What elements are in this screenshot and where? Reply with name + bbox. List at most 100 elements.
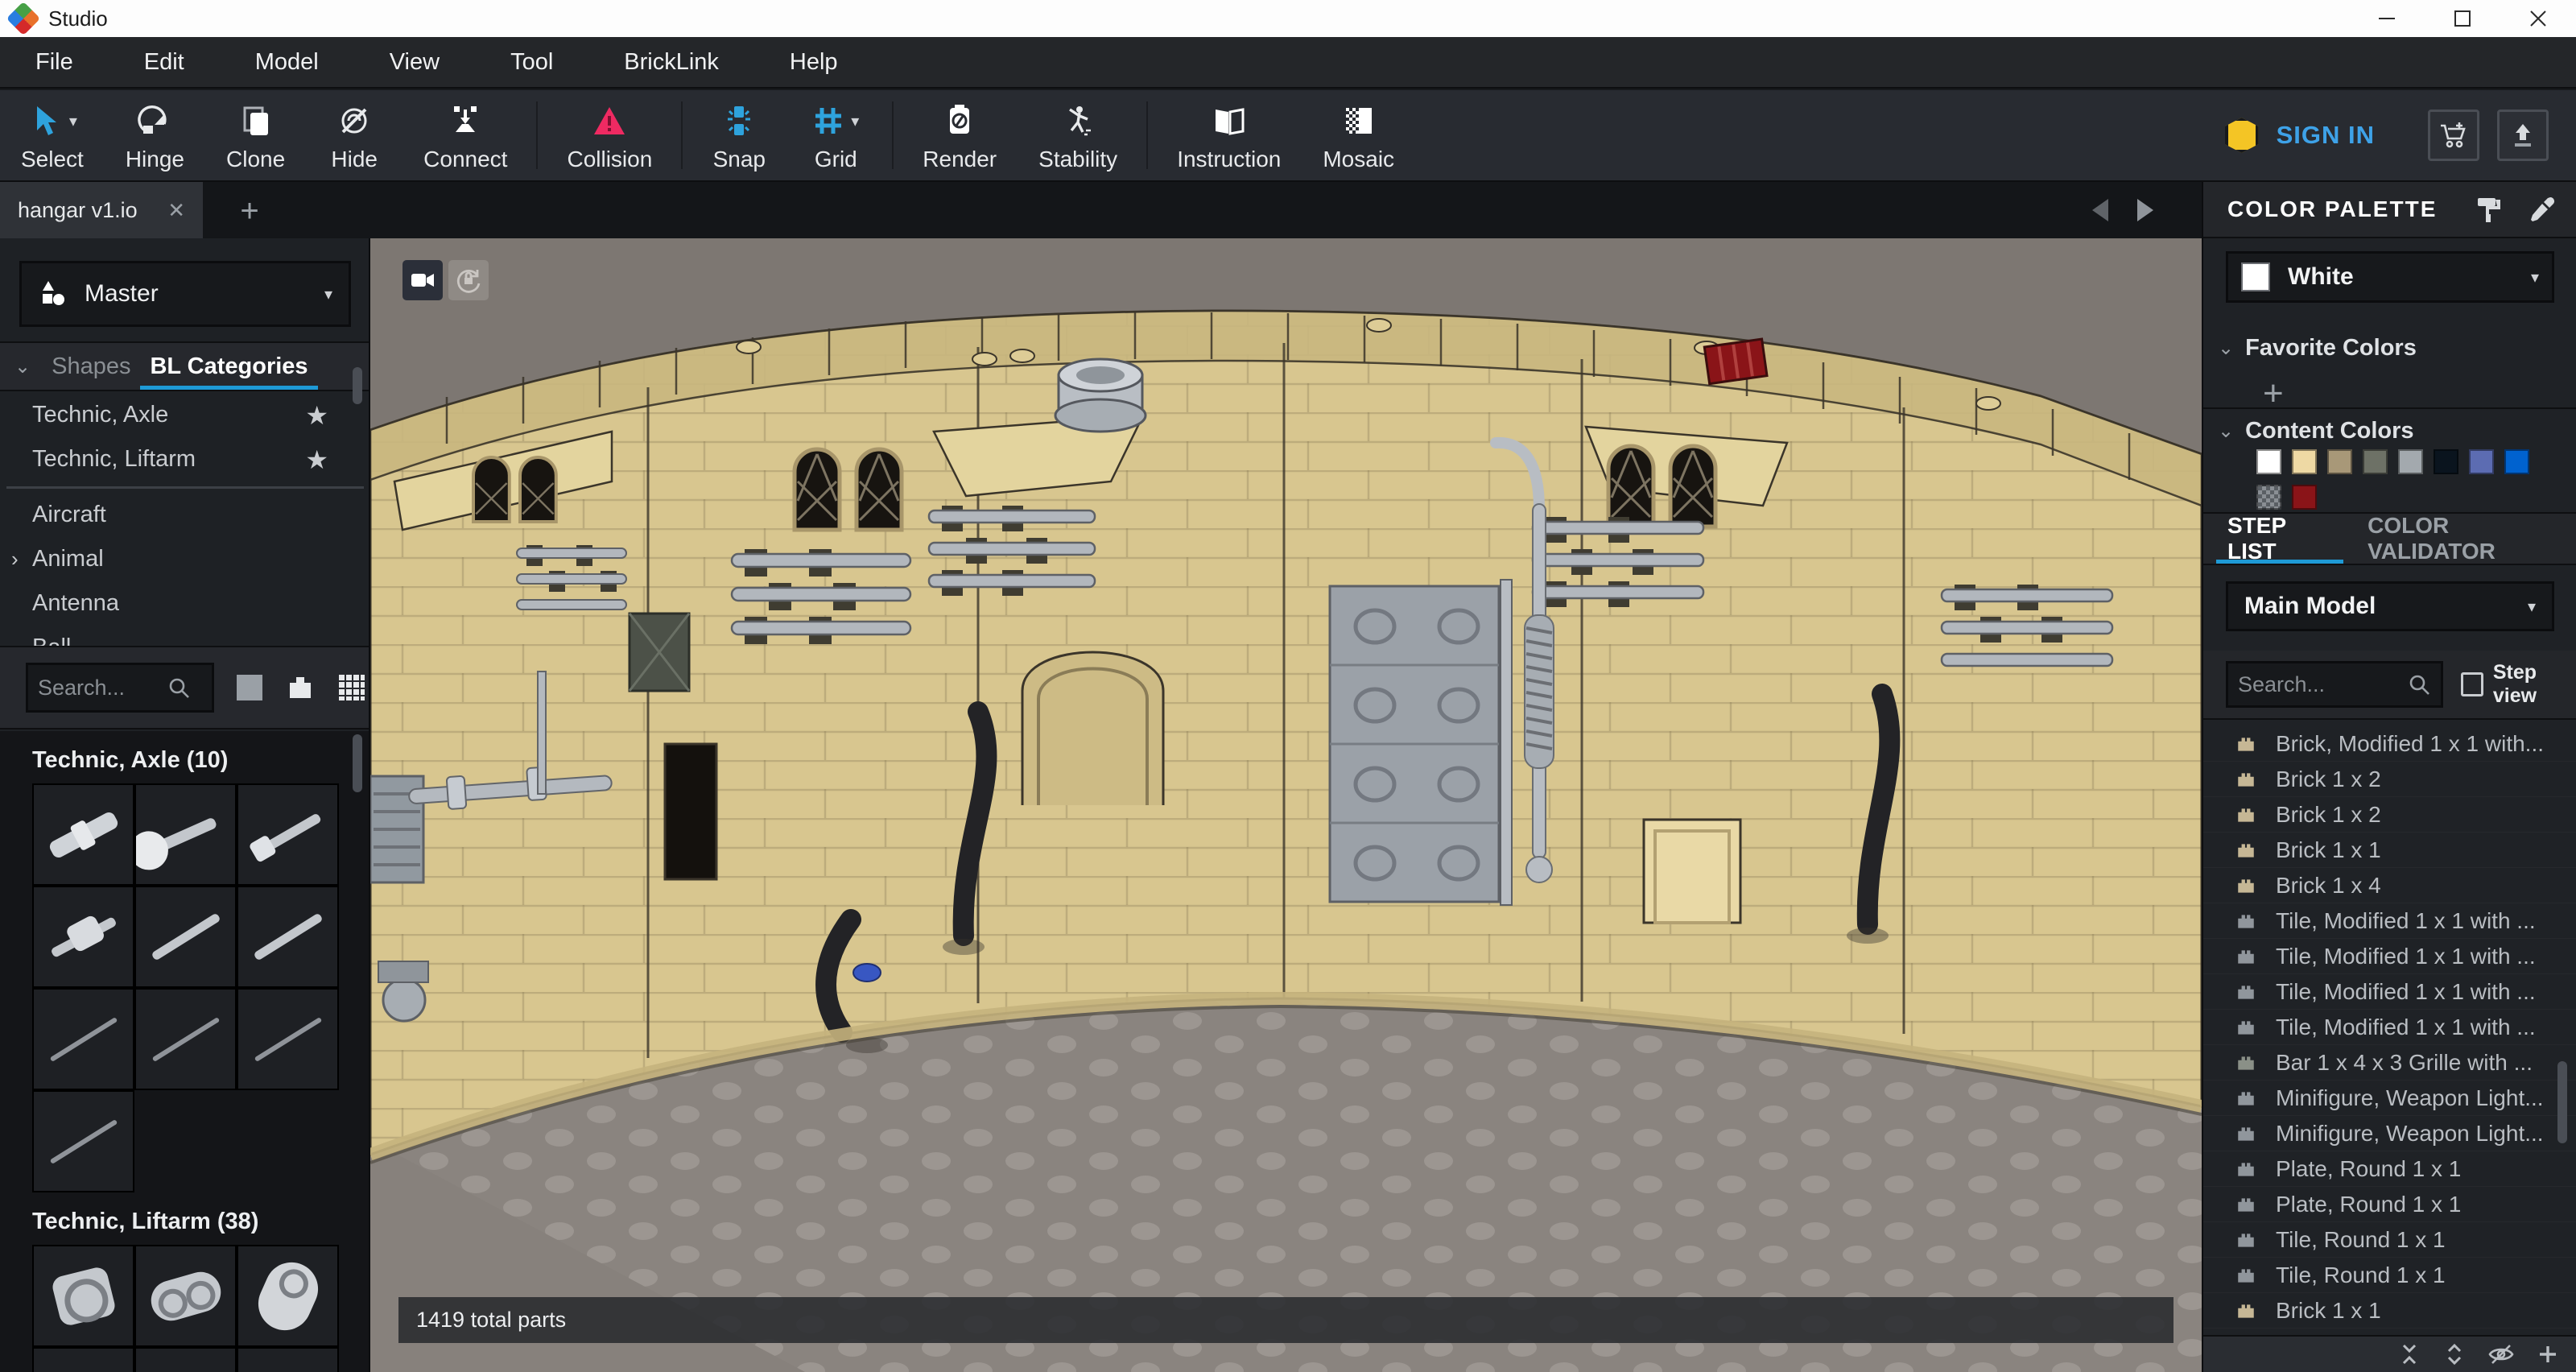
step-search-input[interactable] (2238, 672, 2407, 697)
color-swatch[interactable] (2292, 449, 2317, 474)
model-dropdown[interactable]: Main Model ▾ (2226, 581, 2554, 631)
grid-view-button[interactable] (336, 672, 367, 703)
parts-search-input[interactable] (38, 676, 167, 700)
hidden-parts-eye-icon[interactable] (2487, 1342, 2515, 1366)
favorite-colors-section[interactable]: ⌄ Favorite Colors (2203, 325, 2576, 370)
connect-tool-button[interactable]: Connect (402, 90, 528, 180)
upload-button[interactable] (2497, 110, 2549, 161)
category-row[interactable]: › ★ (0, 481, 370, 493)
category-row[interactable]: › Animal ★ (0, 537, 370, 581)
color-swatch[interactable] (2256, 449, 2281, 474)
parts-scrollbar[interactable] (353, 734, 362, 792)
hide-tool-button[interactable]: Hide (306, 90, 402, 180)
category-row[interactable]: › Aircraft ★ (0, 493, 370, 537)
viewport-3d[interactable]: 1419 total parts (370, 238, 2202, 1372)
part-thumbnail[interactable] (237, 1347, 339, 1372)
step-part-row[interactable]: Brick 1 x 4 (2203, 868, 2576, 903)
step-view-checkbox[interactable] (2461, 672, 2483, 696)
color-swatch[interactable] (2292, 485, 2317, 510)
new-tab-button[interactable]: + (232, 193, 267, 229)
color-swatch[interactable] (2434, 449, 2458, 474)
step-part-row[interactable]: Brick 1 x 1 (2203, 833, 2576, 868)
color-swatch[interactable] (2469, 449, 2494, 474)
part-thumbnail[interactable] (134, 886, 237, 988)
step-part-row[interactable]: Brick 1 x 2 (2203, 762, 2576, 797)
tab-color-validator[interactable]: COLOR VALIDATOR (2356, 514, 2576, 564)
menu-item[interactable]: View (354, 37, 475, 87)
mosaic-tool-button[interactable]: Mosaic (1302, 90, 1415, 180)
part-thumbnail[interactable] (134, 783, 237, 886)
close-button[interactable] (2500, 0, 2576, 37)
step-part-row[interactable]: Brick 1 x 2 (2203, 797, 2576, 833)
step-part-row[interactable]: Plate, Round 1 x 1 (2203, 1187, 2576, 1222)
part-thumbnail[interactable] (134, 988, 237, 1090)
part-thumbnail[interactable] (32, 783, 134, 886)
collapse-all-icon[interactable] (2397, 1342, 2421, 1366)
color-swatch[interactable] (2256, 485, 2281, 510)
tab-scroll-left-icon[interactable] (2092, 199, 2108, 221)
maximize-button[interactable] (2425, 0, 2500, 37)
snap-tool-button[interactable]: Snap (691, 90, 787, 180)
expand-all-icon[interactable] (2442, 1342, 2467, 1366)
step-search-box[interactable] (2226, 661, 2443, 708)
category-row[interactable]: › Technic, Liftarm ★ (0, 437, 370, 481)
color-swatch[interactable] (2327, 449, 2352, 474)
menu-item[interactable]: Help (754, 37, 873, 87)
part-thumbnail[interactable] (134, 1347, 237, 1372)
part-thumbnail[interactable] (237, 886, 339, 988)
menu-item[interactable]: BrickLink (588, 37, 754, 87)
content-colors-section[interactable]: ⌄ Content Colors (2203, 407, 2576, 453)
tab-bl-categories[interactable]: BL Categories (140, 343, 317, 390)
current-color-dropdown[interactable]: White ▾ (2226, 251, 2554, 303)
step-part-row[interactable]: Tile, Round 1 x 1 (2203, 1258, 2576, 1293)
select-tool-button[interactable]: ▾ Select (0, 90, 105, 180)
add-step-icon[interactable] (2536, 1342, 2560, 1366)
step-part-row[interactable]: Minifigure, Weapon Light... (2203, 1081, 2576, 1116)
chevron-down-icon[interactable]: ⌄ (14, 355, 31, 378)
part-thumbnail[interactable] (237, 1245, 339, 1347)
tab-close-icon[interactable]: ✕ (167, 198, 185, 223)
menu-item[interactable]: Edit (109, 37, 220, 87)
hinge-tool-button[interactable]: Hinge (105, 90, 205, 180)
color-swatch-mode-button[interactable] (235, 673, 264, 702)
clone-tool-button[interactable]: Clone (205, 90, 306, 180)
category-row[interactable]: › Technic, Axle ★ (0, 393, 370, 437)
tab-scroll-right-icon[interactable] (2137, 199, 2153, 221)
step-list-scrollbar[interactable] (2557, 1061, 2567, 1143)
part-thumbnail[interactable] (32, 1347, 134, 1372)
part-thumbnail[interactable] (32, 1090, 134, 1192)
step-part-row[interactable]: Brick, Modified 1 x 1 with... (2203, 726, 2576, 762)
menu-item[interactable]: Model (220, 37, 354, 87)
stability-tool-button[interactable]: Stability (1018, 90, 1138, 180)
step-part-row[interactable]: Tile, Modified 1 x 1 with ... (2203, 939, 2576, 974)
part-thumbnail[interactable] (237, 783, 339, 886)
part-thumbnail[interactable] (32, 1245, 134, 1347)
rotation-lock-button[interactable] (448, 260, 489, 300)
color-swatch[interactable] (2363, 449, 2388, 474)
grid-tool-button[interactable]: ▾ Grid (787, 90, 884, 180)
part-thumbnail[interactable] (134, 1245, 237, 1347)
camera-view-button[interactable] (402, 260, 443, 300)
step-part-row[interactable]: Tile, Modified 1 x 1 with ... (2203, 1010, 2576, 1045)
category-row[interactable]: › Antenna ★ (0, 581, 370, 626)
parts-search-box[interactable] (26, 663, 214, 713)
step-part-row[interactable]: Tile, Modified 1 x 1 with ... (2203, 974, 2576, 1010)
expand-chevron-icon[interactable]: › (11, 547, 32, 572)
step-part-row[interactable]: Brick 1 x 1 (2203, 1293, 2576, 1329)
part-thumbnail[interactable] (237, 988, 339, 1090)
tab-shapes[interactable]: Shapes (42, 343, 140, 390)
step-view-toggle[interactable]: Step view (2461, 661, 2576, 708)
step-part-row[interactable]: Minifigure, Weapon Light... (2203, 1116, 2576, 1151)
paint-roller-icon[interactable] (2473, 193, 2505, 225)
minimize-button[interactable] (2349, 0, 2425, 37)
step-part-row[interactable]: Tile, Round 1 x 1 (2203, 1222, 2576, 1258)
color-swatch[interactable] (2504, 449, 2529, 474)
step-part-row[interactable]: Tile, Modified 1 x 1 with ... (2203, 903, 2576, 939)
favorite-star-icon[interactable]: ★ (305, 400, 328, 431)
master-step-dropdown[interactable]: Master ▾ (19, 261, 351, 327)
color-swatch[interactable] (2398, 449, 2423, 474)
instruction-tool-button[interactable]: Instruction (1156, 90, 1302, 180)
menu-item[interactable]: File (0, 37, 109, 87)
step-part-row[interactable]: Plate, Round 1 x 1 (2203, 1151, 2576, 1187)
part-thumbnail[interactable] (32, 886, 134, 988)
